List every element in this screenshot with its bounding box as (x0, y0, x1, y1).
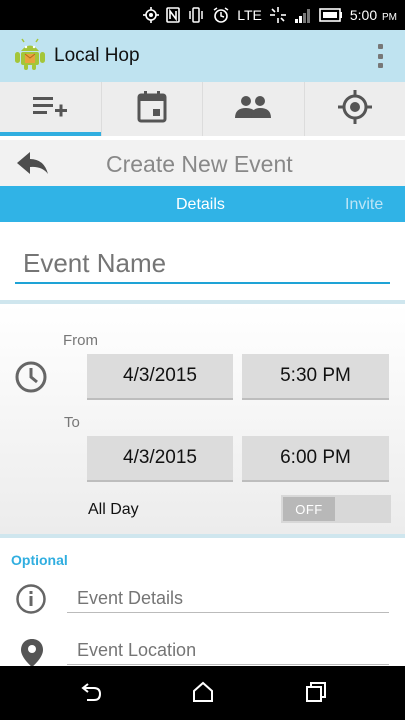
page-title: Create New Event (106, 151, 293, 177)
alarm-icon (212, 7, 230, 23)
android-logo-icon (14, 37, 46, 76)
section-divider-2 (0, 534, 405, 538)
signal-icon (294, 7, 312, 23)
add-list-icon (31, 95, 69, 124)
event-details-input[interactable] (67, 585, 389, 613)
all-day-label: All Day (88, 501, 139, 518)
to-label: To (64, 414, 80, 431)
event-name-input[interactable] (15, 244, 390, 284)
data-activity-icon (269, 7, 287, 23)
info-icon (15, 583, 47, 620)
subtab-details[interactable]: Details (176, 196, 225, 214)
tab-people[interactable] (203, 82, 305, 136)
app-title: Local Hop (54, 45, 140, 66)
tab-location[interactable] (305, 82, 405, 136)
location-target-icon (336, 88, 374, 131)
clock-time: 5:00 PM (349, 7, 397, 23)
action-bar: Local Hop (0, 30, 405, 82)
status-bar: LTE 5:00 PM (0, 0, 405, 30)
calendar-icon (136, 90, 168, 129)
vibrate-icon (187, 7, 205, 23)
to-date-button[interactable]: 4/3/2015 (87, 436, 233, 482)
to-time-button[interactable]: 6:00 PM (242, 436, 389, 482)
back-icon[interactable] (80, 680, 102, 709)
tab-bar (0, 82, 405, 136)
overflow-menu-icon[interactable] (377, 44, 383, 68)
toggle-state: OFF (283, 497, 335, 521)
subtab-bar: Details Invite (0, 186, 405, 222)
network-type: LTE (237, 7, 262, 23)
screen-header: Create New Event (0, 140, 405, 186)
clock-icon (14, 360, 48, 399)
tab-create-event[interactable] (0, 82, 102, 136)
time-section: From 4/3/2015 5:30 PM To 4/3/2015 6:00 P… (0, 304, 405, 534)
battery-icon (319, 8, 343, 22)
people-icon (233, 94, 273, 125)
gps-icon (143, 7, 160, 23)
home-icon[interactable] (191, 680, 215, 709)
event-name-section (0, 222, 405, 302)
tab-calendar[interactable] (102, 82, 203, 136)
optional-label: Optional (11, 552, 68, 568)
back-arrow-icon[interactable] (16, 150, 50, 181)
recent-apps-icon[interactable] (304, 680, 328, 709)
all-day-toggle[interactable]: OFF (281, 495, 391, 523)
subtab-invite[interactable]: Invite (345, 196, 383, 214)
from-date-button[interactable]: 4/3/2015 (87, 354, 233, 400)
nfc-icon (166, 7, 181, 23)
from-label: From (63, 332, 98, 349)
from-time-button[interactable]: 5:30 PM (242, 354, 389, 400)
event-location-input[interactable] (67, 637, 389, 665)
system-nav-bar (0, 666, 405, 720)
